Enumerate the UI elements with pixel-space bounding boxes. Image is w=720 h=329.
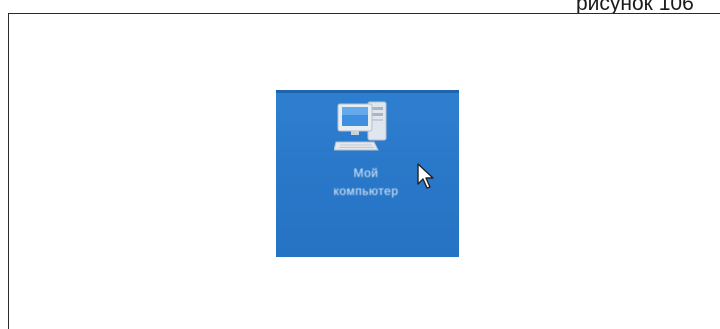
desktop-screenshot: Мой компьютер xyxy=(276,90,459,257)
mouse-cursor-icon xyxy=(417,163,434,189)
icon-label-line-1: Мой xyxy=(353,166,379,180)
my-computer-icon xyxy=(334,101,387,151)
desktop-icon-my-computer[interactable]: Мой компьютер xyxy=(296,96,436,246)
desktop-icon-label: Мой компьютер xyxy=(296,164,436,200)
icon-label-line-2: компьютер xyxy=(333,184,399,198)
document-page: рисунок 106 Мой компьютер xyxy=(0,0,720,329)
